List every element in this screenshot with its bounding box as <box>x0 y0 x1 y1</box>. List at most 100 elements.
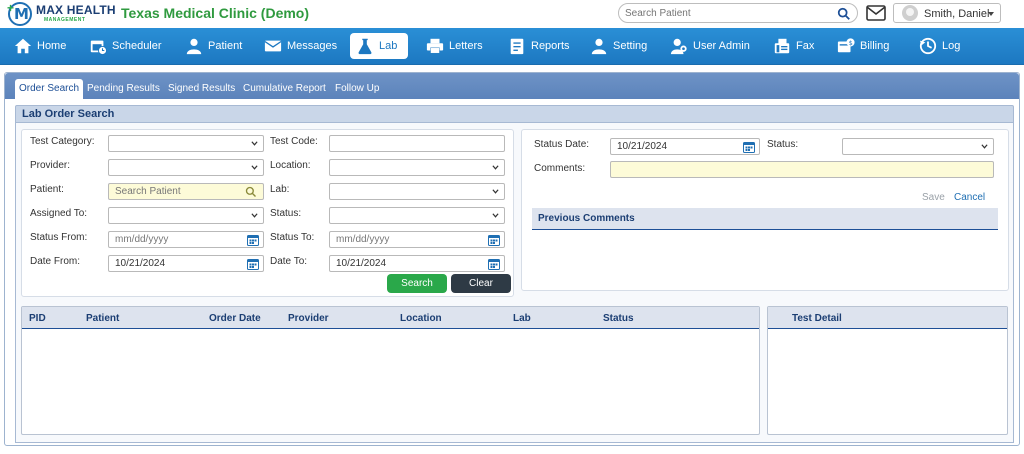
nav-home[interactable]: Home <box>8 33 72 59</box>
test-detail-header: Test Detail <box>768 307 1007 329</box>
nav-label: Setting <box>613 40 648 52</box>
status-label: Status: <box>270 208 302 219</box>
test-detail-title: Test Detail <box>792 313 842 324</box>
calendar-icon[interactable] <box>488 234 500 246</box>
calendar-icon[interactable] <box>743 141 755 153</box>
avatar <box>902 5 918 21</box>
nav-reports[interactable]: Reports <box>502 33 576 59</box>
date-to-label: Date To: <box>270 256 308 267</box>
date-from-input[interactable]: 10/21/2024 <box>108 255 264 272</box>
user-name: Smith, Daniel <box>924 8 990 20</box>
mail-icon[interactable] <box>866 5 886 21</box>
nav-label: Reports <box>531 40 570 52</box>
global-patient-search[interactable] <box>618 3 858 23</box>
provider-label: Provider: <box>30 160 71 171</box>
brand-name: MAX HEALTH <box>36 3 116 17</box>
plus-icon: + <box>7 1 15 15</box>
status-date-label: Status Date: <box>534 139 590 150</box>
nav-scheduler[interactable]: Scheduler <box>83 33 168 59</box>
search-button[interactable]: Search <box>387 274 447 293</box>
nav-fax[interactable]: Fax <box>767 33 820 59</box>
nav-messages[interactable]: Messages <box>258 33 343 59</box>
col-patient[interactable]: Patient <box>86 313 119 324</box>
test-code-label: Test Code: <box>270 136 318 147</box>
nav-label: User Admin <box>693 40 750 52</box>
col-location[interactable]: Location <box>400 313 442 324</box>
col-provider[interactable]: Provider <box>288 313 329 324</box>
col-status[interactable]: Status <box>603 313 634 324</box>
status-from-date[interactable]: mm/dd/yyyy <box>108 231 264 248</box>
chevron-down-icon <box>251 141 258 146</box>
nav-patient[interactable]: Patient <box>179 33 248 59</box>
status-select[interactable] <box>329 207 505 224</box>
tab-follow-up[interactable]: Follow Up <box>331 79 383 99</box>
nav-log[interactable]: Log <box>913 33 966 59</box>
status-panel-status-select[interactable] <box>842 138 994 155</box>
calendar-icon[interactable] <box>247 258 259 270</box>
save-button[interactable]: Save <box>922 192 945 203</box>
status-date-input[interactable]: 10/21/2024 <box>610 138 760 155</box>
assigned-to-label: Assigned To: <box>30 208 88 219</box>
flask-icon <box>358 38 372 55</box>
assigned-to-select[interactable] <box>108 207 264 224</box>
patient-label: Patient: <box>30 184 64 195</box>
brand-logo[interactable]: + M <box>7 1 32 26</box>
status-update-panel: Status Date: 10/21/2024 Status: Comments… <box>521 129 1009 291</box>
person-icon <box>591 38 607 55</box>
patient-placeholder: Search Patient <box>115 186 181 197</box>
results-table-header: PID Patient Order Date Provider Location… <box>22 307 759 329</box>
nav-label: Log <box>942 40 961 52</box>
nav-label: Patient <box>208 40 243 52</box>
comments-input[interactable] <box>610 161 994 178</box>
cancel-button[interactable]: Cancel <box>954 192 985 203</box>
nav-label: Home <box>37 40 67 52</box>
nav-user-admin[interactable]: User Admin <box>664 33 756 59</box>
printer-icon <box>426 38 444 54</box>
nav-lab[interactable]: Lab <box>350 33 408 59</box>
user-menu[interactable]: Smith, Daniel <box>893 3 1001 23</box>
test-category-select[interactable] <box>108 135 264 152</box>
search-icon[interactable] <box>837 7 851 21</box>
envelope-icon <box>264 40 282 52</box>
provider-select[interactable] <box>108 159 264 176</box>
tab-signed-results[interactable]: Signed Results <box>164 79 239 99</box>
col-order-date[interactable]: Order Date <box>209 313 261 324</box>
clear-button[interactable]: Clear <box>451 274 511 293</box>
nav-setting[interactable]: Setting <box>584 33 653 59</box>
lab-order-search-panel: Test Category: Test Code: Provider: Loca… <box>15 123 1014 443</box>
main-nav: Home Scheduler Patient Messages Lab Lett… <box>0 28 1024 65</box>
billing-icon: $ <box>837 38 855 53</box>
patient-search-input[interactable] <box>625 6 835 21</box>
date-to-input[interactable]: 10/21/2024 <box>329 255 505 272</box>
search-icon[interactable] <box>245 186 257 198</box>
status-to-placeholder: mm/dd/yyyy <box>336 234 390 245</box>
lab-select[interactable] <box>329 183 505 200</box>
status-panel-status-label: Status: <box>767 139 799 150</box>
report-icon <box>510 38 524 55</box>
test-code-input[interactable] <box>329 135 505 152</box>
brand-sub: MANAGEMENT <box>44 17 86 23</box>
tab-order-search[interactable]: Order Search <box>15 79 84 99</box>
calendar-icon[interactable] <box>247 234 259 246</box>
test-detail-panel: Test Detail <box>767 306 1008 435</box>
clinic-title: Texas Medical Clinic (Demo) <box>121 5 310 21</box>
patient-search-field[interactable]: Search Patient <box>108 183 264 200</box>
nav-billing[interactable]: $ Billing <box>831 33 895 59</box>
tab-cumulative-report[interactable]: Cumulative Report <box>239 79 330 99</box>
calendar-icon[interactable] <box>488 258 500 270</box>
status-to-date[interactable]: mm/dd/yyyy <box>329 231 505 248</box>
col-pid[interactable]: PID <box>29 313 46 324</box>
tab-pending-results[interactable]: Pending Results <box>83 79 164 99</box>
nav-label: Messages <box>287 40 338 52</box>
chevron-down-icon <box>988 12 994 16</box>
test-category-label: Test Category: <box>30 136 95 147</box>
chevron-down-icon <box>251 213 258 218</box>
nav-label: Lab <box>379 40 398 52</box>
person-icon <box>186 38 202 55</box>
lab-tabbar: Order Search Pending Results Signed Resu… <box>5 73 1019 99</box>
date-from-value: 10/21/2024 <box>115 258 166 269</box>
user-gear-icon <box>670 38 687 55</box>
col-lab[interactable]: Lab <box>513 313 531 324</box>
location-select[interactable] <box>329 159 505 176</box>
nav-letters[interactable]: Letters <box>420 33 489 59</box>
